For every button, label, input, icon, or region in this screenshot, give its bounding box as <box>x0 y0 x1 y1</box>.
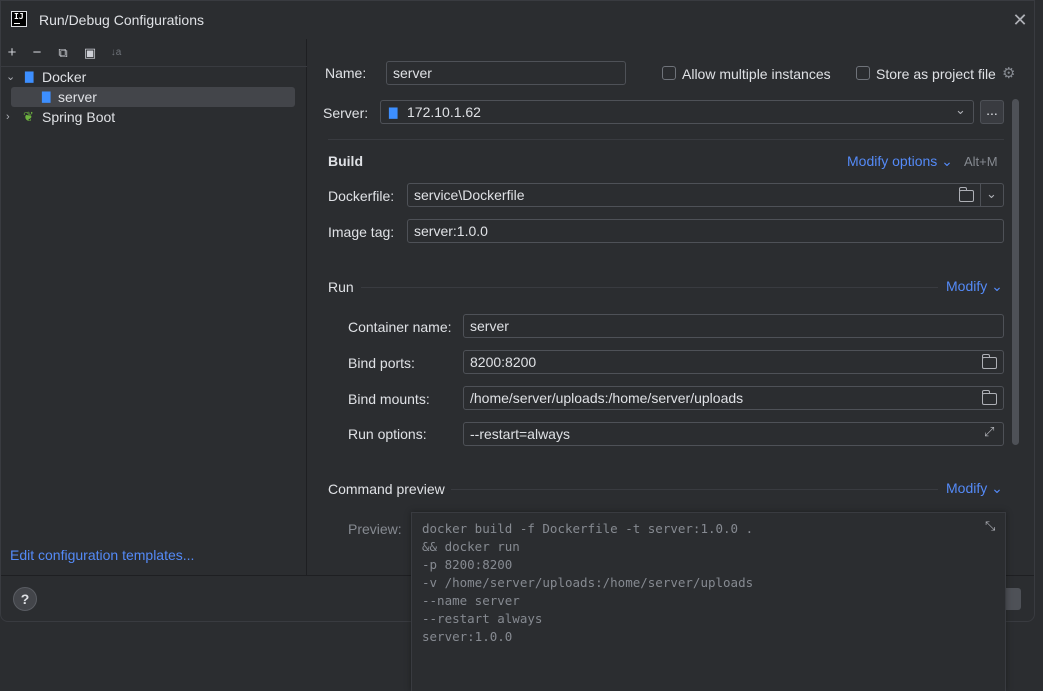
bind-mounts-label: Bind mounts: <box>348 391 430 407</box>
run-options-label: Run options: <box>348 426 427 442</box>
folder-icon[interactable] <box>982 390 997 405</box>
chevron-right-icon[interactable]: › <box>6 107 10 127</box>
run-options-input[interactable]: --restart=always <box>463 422 1004 446</box>
bind-ports-input[interactable]: 8200:8200 <box>463 350 1004 374</box>
chevron-down-icon[interactable]: ⌄ <box>6 67 15 87</box>
bind-mounts-input[interactable]: /home/server/uploads:/home/server/upload… <box>463 386 1004 410</box>
run-modify-label: Modify <box>946 278 988 294</box>
edit-configuration-templates-link[interactable]: Edit configuration templates... <box>10 547 194 563</box>
server-value: 172.10.1.62 <box>407 104 481 120</box>
copy-icon[interactable]: ⧉ <box>54 44 72 62</box>
modify-options-link[interactable]: Modify options ⌄ <box>847 153 953 170</box>
run-modify-link[interactable]: Modify ⌄ <box>946 278 1003 295</box>
name-label: Name: <box>325 65 367 81</box>
modify-options-label: Modify options <box>847 153 938 169</box>
dockerfile-input[interactable]: service\Dockerfile <box>407 183 1004 207</box>
sort-icon[interactable]: ↓a <box>107 44 125 62</box>
container-name-input[interactable]: server <box>463 314 1004 338</box>
preview-line: --restart always <box>422 611 543 626</box>
allow-multiple-checkbox[interactable] <box>662 66 676 80</box>
vertical-scrollbar[interactable] <box>1012 99 1019 445</box>
server-label: Server: <box>323 105 369 121</box>
preview-line: -v /home/server/uploads:/home/server/upl… <box>422 575 754 590</box>
separator <box>451 489 938 490</box>
folder-icon[interactable] <box>982 354 997 369</box>
allow-multiple-label: Allow multiple instances <box>682 66 831 82</box>
separator <box>361 287 938 288</box>
chevron-down-icon: ⌄ <box>991 278 1003 294</box>
title-bar: IJ Run/Debug Configurations ✕ <box>1 1 1034 39</box>
chevron-down-icon: ⌄ <box>941 153 953 169</box>
command-preview-modify-link[interactable]: Modify ⌄ <box>946 480 1003 497</box>
dialog-title: Run/Debug Configurations <box>39 12 204 28</box>
server-more-button[interactable]: ... <box>980 100 1004 124</box>
folder-icon[interactable] <box>959 187 974 202</box>
intellij-app-icon: IJ <box>11 11 27 27</box>
store-project-file-checkbox[interactable] <box>856 66 870 80</box>
spring-boot-icon: ❦ <box>23 109 34 124</box>
image-tag-input[interactable]: server:1.0.0 <box>407 219 1004 243</box>
remove-icon[interactable]: − <box>28 44 46 62</box>
docker-icon: ▇ <box>42 91 51 103</box>
preview-line: && docker run <box>422 539 520 554</box>
chevron-down-icon[interactable]: ⌄ <box>955 102 966 118</box>
build-section-title: Build <box>328 153 363 169</box>
image-tag-label: Image tag: <box>328 224 395 240</box>
separator <box>328 139 1004 140</box>
chevron-down-icon[interactable]: ⌄ <box>986 186 997 202</box>
preview-line: docker build -f Dockerfile -t server:1.0… <box>422 521 754 536</box>
tree-item-server[interactable]: ▇ server <box>11 87 295 107</box>
separator <box>980 184 981 206</box>
help-button[interactable]: ? <box>13 587 37 611</box>
gear-icon[interactable]: ⚙ <box>1002 64 1015 82</box>
command-preview-modify-label: Modify <box>946 480 988 496</box>
preview-label: Preview: <box>348 521 402 537</box>
server-select[interactable]: 172.10.1.62 <box>380 100 974 124</box>
tree-group-docker[interactable]: ⌄ ▇ Docker <box>1 67 307 87</box>
expand-icon[interactable]: ⤢ <box>984 424 994 440</box>
chevron-down-icon: ⌄ <box>991 480 1003 496</box>
configurations-tree-panel: + − ⧉ ▣ ↓a ⌄ ▇ Docker ▇ server › ❦ Sprin… <box>1 39 307 575</box>
close-icon[interactable]: ✕ <box>1011 11 1029 29</box>
ok-button[interactable] <box>1005 588 1021 610</box>
tree-group-spring-boot[interactable]: › ❦ Spring Boot <box>1 107 307 127</box>
collapse-icon[interactable]: ⤡ <box>985 518 995 534</box>
command-preview-text[interactable]: docker build -f Dockerfile -t server:1.0… <box>411 512 1006 691</box>
docker-icon: ▇ <box>389 107 398 119</box>
tree-toolbar: + − ⧉ ▣ ↓a <box>1 39 307 67</box>
add-icon[interactable]: + <box>3 44 21 62</box>
preview-line: --name server <box>422 593 520 608</box>
preview-line: server:1.0.0 <box>422 629 513 644</box>
command-preview-title: Command preview <box>328 481 445 497</box>
docker-icon: ▇ <box>25 71 34 83</box>
name-input[interactable]: server <box>386 61 626 85</box>
new-folder-icon[interactable]: ▣ <box>81 44 99 62</box>
store-project-file-label: Store as project file <box>876 66 996 82</box>
container-name-label: Container name: <box>348 319 452 335</box>
tree-group-label: Spring Boot <box>42 109 116 125</box>
modify-options-shortcut: Alt+M <box>964 154 998 169</box>
tree-group-label: Docker <box>42 69 87 85</box>
preview-line: -p 8200:8200 <box>422 557 513 572</box>
run-section-title: Run <box>328 279 354 295</box>
dockerfile-label: Dockerfile: <box>328 188 395 204</box>
bind-ports-label: Bind ports: <box>348 355 415 371</box>
tree-item-label: server <box>58 89 97 105</box>
